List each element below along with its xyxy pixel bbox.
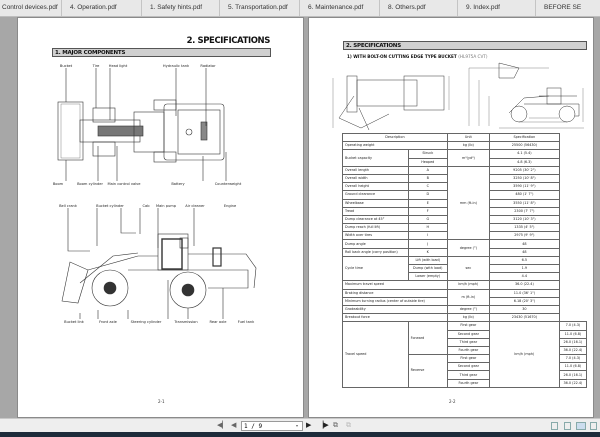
single-page-view-icon[interactable] xyxy=(551,422,558,430)
two-page-continuous-view-icon[interactable] xyxy=(590,422,597,430)
label-boom: Boom xyxy=(52,182,64,186)
tab-maintenance[interactable]: 6. Maintenance.pdf xyxy=(300,0,380,16)
table-row: Cycle time Lift (with load) sec 6.5 xyxy=(342,255,587,282)
taskbar xyxy=(0,432,600,437)
tab-before-service[interactable]: BEFORE SE xyxy=(536,0,600,16)
page-number: 2-1 xyxy=(158,399,165,404)
label-fuel-tank: Fuel tank xyxy=(237,320,255,324)
header-unit: Unit xyxy=(446,132,490,143)
pdf-page-left: 2. SPECIFICATIONS 1. MAJOR COMPONENTS Bu… xyxy=(17,17,304,418)
tab-safety-hints[interactable]: 1. Safety hints.pdf xyxy=(142,0,220,16)
continuous-view-icon[interactable] xyxy=(564,422,571,430)
label-main-pump: Main pump xyxy=(155,204,177,208)
label-battery: Battery xyxy=(171,182,185,186)
label-air-cleaner: Air cleaner xyxy=(185,204,205,208)
label-front-axle: Front axle xyxy=(99,320,117,324)
tab-others[interactable]: 8. Others.pdf xyxy=(380,0,458,16)
dimension-diagram xyxy=(332,62,584,131)
prev-page-icon[interactable]: ◀ xyxy=(231,421,236,429)
first-page-icon[interactable]: ◀▏ xyxy=(217,421,228,429)
label-radiator: Radiator xyxy=(200,64,216,68)
label-boom-cylinder: Boom cylinder xyxy=(77,182,103,186)
forward-view-icon[interactable]: ⧉ xyxy=(346,421,351,430)
table-row: Travel speed Forward First gear km/h (mph) 7… xyxy=(342,321,588,388)
page-number-input[interactable]: 1 / 9 xyxy=(241,421,303,431)
tab-index[interactable]: 9. Index.pdf xyxy=(458,0,536,16)
label-engine: Engine xyxy=(223,204,237,208)
table-row: Bucket capacity Struck m³(yd³) 4.1 (5.4) xyxy=(342,149,587,167)
pdf-toolbar: ◀▏ ◀ 1 / 9 ▾ ▶ ▕▶ ⧉ ⧉ xyxy=(0,418,600,432)
table-row: Operating weight kg (lb) 25500 (56430) xyxy=(342,141,587,151)
label-head-light: Head light xyxy=(108,64,128,68)
label-steering-cylinder: Steering cylinder xyxy=(130,320,162,324)
label-hydraulic-tank: Hydraulic tank xyxy=(162,64,190,68)
label-transmission: Transmission xyxy=(174,320,198,324)
header-spec: Specification xyxy=(488,132,560,143)
tab-control-devices[interactable]: Control devices.pdf xyxy=(0,0,62,16)
table-row: Gradeability degree (°) 30 xyxy=(342,304,587,315)
table-row: Breakout force kg (lb) 23430 (51670) xyxy=(342,313,587,323)
label-tire: Tire xyxy=(92,64,100,68)
pdf-page-right: 2. SPECIFICATIONS 1) WITH BOLT-ON CUTTIN… xyxy=(308,17,594,418)
page-number: 2-2 xyxy=(449,399,456,404)
back-view-icon[interactable]: ⧉ xyxy=(333,421,338,430)
table-row: Overall length Amm (ft-in) 9205 (30' 2") xyxy=(342,165,587,241)
spec-table: Description Unit Specification Operating w… xyxy=(342,132,588,388)
header-description: Description xyxy=(342,132,448,143)
loader-diagrams xyxy=(57,68,257,319)
table-row: Braking distance m (ft-in) 11.0 (36' 1") xyxy=(342,288,587,306)
table-row: Dump angle Jdegree (°) 48 xyxy=(342,239,587,257)
tab-transportation[interactable]: 5. Transportation.pdf xyxy=(220,0,300,16)
two-page-view-icon[interactable] xyxy=(576,422,586,430)
label-bucket-cylinder: Bucket cylinder xyxy=(96,204,124,208)
label-counterweight: Counterweight xyxy=(214,182,242,186)
next-page-icon[interactable]: ▶ xyxy=(306,421,311,429)
label-bucket: Bucket xyxy=(59,64,73,68)
label-bucket-link: Bucket link xyxy=(64,320,84,324)
document-tabs: Control devices.pdf 4. Operation.pdf 1. … xyxy=(0,0,600,17)
label-bell-crank: Bell crank xyxy=(59,204,77,208)
label-main-control-valve: Main control valve xyxy=(107,182,141,186)
last-page-icon[interactable]: ▕▶ xyxy=(318,421,329,429)
table-row: Maximum travel speed km/h (mph) 36.0 (22.4… xyxy=(342,280,587,290)
tab-operation[interactable]: 4. Operation.pdf xyxy=(62,0,142,16)
page-dropdown-icon[interactable]: ▾ xyxy=(296,423,298,428)
label-rear-axle: Rear axle xyxy=(209,320,227,324)
label-cab: Cab xyxy=(142,204,150,208)
